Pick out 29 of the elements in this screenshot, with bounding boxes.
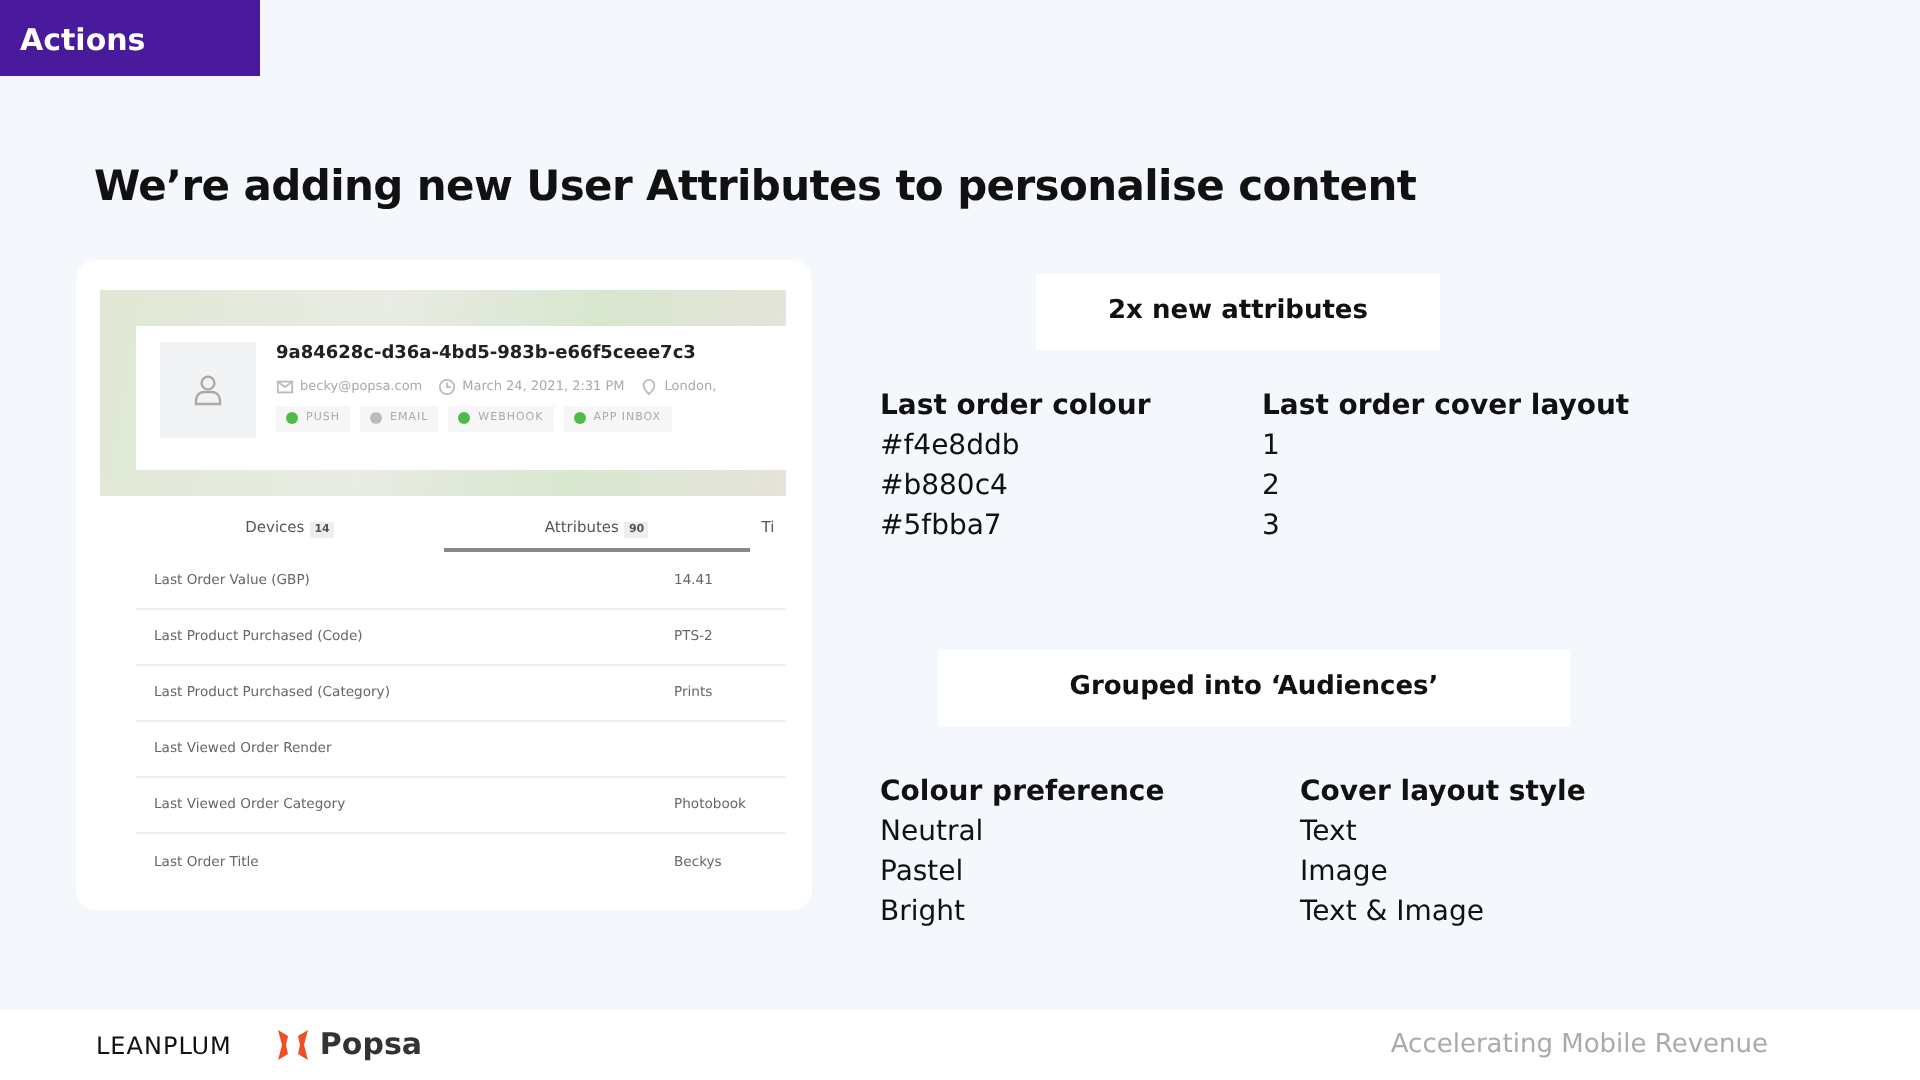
section-tag: Actions — [0, 0, 260, 76]
user-icon — [194, 374, 222, 406]
mail-icon — [276, 377, 294, 396]
column-title: Colour preference — [880, 773, 1167, 811]
column-title: Last order colour — [880, 387, 1153, 425]
column-item: 3 — [1262, 507, 1282, 545]
panel-heading: Grouped into ‘Audiences’ — [938, 650, 1570, 725]
location-pin-icon — [640, 377, 659, 396]
column-item: 1 — [1262, 427, 1282, 465]
popsa-logo-icon — [275, 1028, 310, 1062]
clock-icon — [438, 377, 457, 396]
popsa-logo: Popsa — [319, 1024, 423, 1067]
column-title: Last order cover layout — [1262, 387, 1632, 425]
column-title: Cover layout style — [1300, 773, 1588, 811]
leanplum-logo: LEANPLUM — [96, 1029, 232, 1063]
column-item: #b880c4 — [880, 467, 1010, 505]
column-item: 2 — [1262, 467, 1282, 505]
user-id: 9a84628c-d36a-4bd5-983b-e66f5ceee7c3 — [276, 342, 698, 368]
column-item: Text & Image — [1300, 893, 1486, 931]
column-item: #f4e8ddb — [880, 427, 1022, 465]
column-item: Bright — [880, 893, 967, 931]
column-item: Neutral — [880, 813, 986, 851]
column-item: Pastel — [880, 853, 966, 891]
column-item: Text — [1300, 813, 1359, 851]
column-item: Image — [1300, 853, 1390, 891]
footer-tagline: Accelerating Mobile Revenue — [1390, 1027, 1768, 1064]
panel-heading: 2x new attributes — [1036, 274, 1440, 349]
column-item: #5fbba7 — [880, 507, 1004, 545]
slide-title: We’re adding new User Attributes to personalise content — [94, 160, 1419, 214]
